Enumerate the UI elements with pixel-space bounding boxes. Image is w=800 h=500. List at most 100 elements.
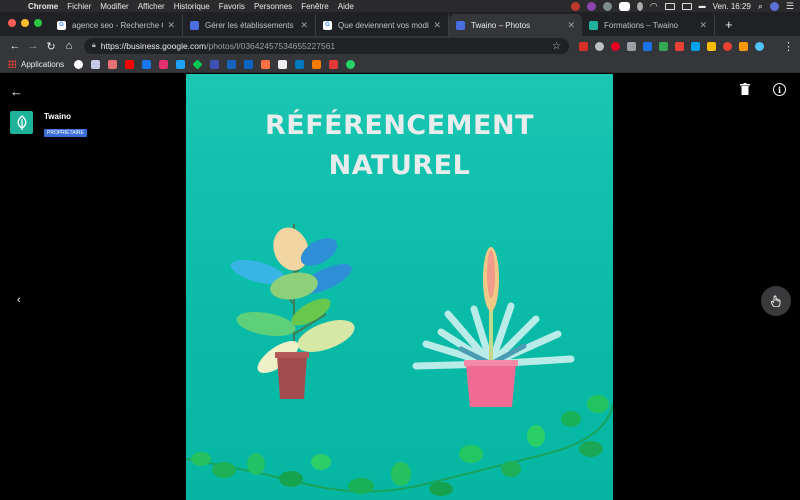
close-tab-icon[interactable]: ✕ [699, 20, 707, 31]
bookmark-icon[interactable] [261, 59, 271, 69]
menu-favoris[interactable]: Favoris [219, 2, 245, 11]
delete-trash-icon[interactable] [740, 83, 750, 98]
url-path: /photos/l/03642457534655227561 [206, 41, 336, 51]
facebook-icon[interactable] [142, 59, 152, 69]
tab-que-deviennent[interactable]: G Que deviennent vos modificati ✕ [316, 14, 449, 36]
bookmark-icon[interactable] [312, 59, 322, 69]
siri-icon[interactable] [769, 1, 779, 11]
tray-app-icon[interactable] [586, 1, 596, 11]
zoom-window-button[interactable] [34, 19, 42, 27]
displayed-photo[interactable]: RÉFÉRENCEMENT NATUREL [186, 74, 613, 500]
pinterest-icon[interactable] [611, 41, 620, 51]
extension-icon[interactable] [579, 41, 588, 51]
left-plant-illustration [230, 224, 355, 399]
youtube-icon[interactable] [125, 59, 135, 69]
back-icon[interactable]: ← [6, 40, 24, 52]
business-header: Twaino PROPRIÉTAIRE [10, 111, 87, 139]
next-photo-button[interactable] [761, 286, 791, 316]
menu-app-name[interactable]: Chrome [28, 2, 58, 11]
apps-grid-icon [8, 60, 16, 68]
battery-icon[interactable] [681, 2, 692, 10]
tab-twaino-photos[interactable]: Twaino – Photos ✕ [449, 14, 582, 36]
apps-label: Applications [21, 59, 65, 69]
chrome-menu-icon[interactable]: ⋮ [783, 40, 794, 53]
bookmark-star-icon[interactable]: ☆ [552, 41, 561, 52]
extension-icon[interactable] [739, 41, 748, 51]
menu-fichier[interactable]: Fichier [67, 2, 91, 11]
photo-viewer: ← Twaino PROPRIÉTAIRE ‹ i RÉFÉRENCEMENT … [0, 74, 800, 500]
profile-avatar-icon[interactable] [755, 41, 764, 51]
previous-photo-chevron-icon[interactable]: ‹ [17, 294, 21, 306]
close-tab-icon[interactable]: ✕ [167, 20, 175, 31]
tab-agence-seo[interactable]: G agence seo - Recherche Googl ✕ [50, 14, 183, 36]
minimize-window-button[interactable] [21, 19, 29, 27]
wifi-icon[interactable]: ◠ [650, 1, 658, 12]
new-tab-button[interactable]: + [715, 17, 743, 36]
google-my-business-icon [190, 20, 199, 30]
flag-icon[interactable]: ▬ [699, 3, 706, 10]
screen-icon[interactable] [664, 2, 675, 10]
extension-icon[interactable] [643, 41, 652, 51]
spotlight-search-icon[interactable]: ⌕ [758, 1, 763, 12]
address-bar[interactable]: 🔒︎ https://business.google.com/photos/l/… [84, 38, 569, 54]
lock-icon[interactable]: 🔒︎ [92, 42, 96, 50]
extension-icon[interactable] [707, 41, 716, 51]
google-icon: G [57, 20, 66, 30]
bookmark-icon[interactable] [210, 59, 220, 69]
menu-modifier[interactable]: Modifier [100, 2, 128, 11]
menu-personnes[interactable]: Personnes [254, 2, 292, 11]
ivy-border-illustration [186, 395, 613, 496]
forward-icon[interactable]: → [24, 40, 42, 52]
extension-icon[interactable] [691, 41, 700, 51]
bookmark-icon[interactable] [329, 59, 339, 69]
bookmark-icon[interactable] [227, 59, 237, 69]
bookmark-icon[interactable] [108, 59, 118, 69]
business-name[interactable]: Twaino [44, 112, 87, 121]
linkedin-icon[interactable] [244, 59, 254, 69]
extension-icon[interactable] [659, 41, 668, 51]
tab-formations-twaino[interactable]: Formations – Twaino ✕ [582, 14, 715, 36]
extension-icon[interactable] [595, 41, 604, 51]
instagram-icon[interactable] [159, 59, 169, 69]
tray-app-icon[interactable] [636, 1, 643, 11]
tray-app-icon[interactable] [570, 1, 580, 11]
trello-icon[interactable] [295, 59, 305, 69]
whatsapp-icon[interactable] [346, 59, 356, 69]
extension-icon[interactable] [723, 41, 732, 51]
close-tab-icon[interactable]: ✕ [433, 20, 441, 31]
close-window-button[interactable] [8, 19, 16, 27]
owner-badge: PROPRIÉTAIRE [44, 129, 87, 137]
extension-icon[interactable] [627, 41, 636, 51]
notification-center-icon[interactable]: ☰ [786, 1, 794, 12]
info-icon[interactable]: i [773, 83, 786, 96]
tab-gerer-etablissements[interactable]: Gérer les établissements ✕ [183, 14, 316, 36]
cloud-icon[interactable] [618, 1, 630, 11]
menu-fenetre[interactable]: Fenêtre [301, 2, 329, 11]
reload-icon[interactable]: ↻ [42, 40, 60, 53]
tab-title: Que deviennent vos modificati [338, 20, 430, 30]
home-icon[interactable]: ⌂ [60, 40, 78, 52]
plants-illustration [186, 224, 613, 496]
tab-title: Twaino – Photos [471, 20, 531, 30]
menu-historique[interactable]: Historique [174, 2, 210, 11]
apps-shortcut[interactable]: Applications [8, 60, 64, 69]
bookmark-icon[interactable] [278, 59, 288, 69]
bookmark-icon[interactable] [91, 59, 101, 69]
browser-toolbar: ← → ↻ ⌂ 🔒︎ https://business.google.com/p… [0, 36, 800, 56]
twitter-icon[interactable] [176, 59, 186, 69]
clock[interactable]: Ven. 16:29 [713, 2, 751, 11]
tray-app-icon[interactable] [602, 1, 612, 11]
macos-menubar: Chrome Fichier Modifier Afficher Histori… [0, 0, 800, 12]
close-tab-icon[interactable]: ✕ [300, 20, 308, 31]
menu-aide[interactable]: Aide [338, 2, 354, 11]
google-bookmark-icon[interactable] [74, 59, 84, 69]
tab-title: Formations – Twaino [604, 20, 679, 30]
bookmark-icon[interactable] [192, 58, 203, 70]
extension-icon[interactable] [675, 41, 684, 51]
url-host: https://business.google.com [100, 41, 207, 51]
menu-afficher[interactable]: Afficher [138, 2, 165, 11]
close-tab-icon[interactable]: ✕ [567, 20, 575, 31]
twaino-logo [10, 111, 33, 134]
back-arrow-icon[interactable]: ← [10, 84, 23, 99]
window-controls [0, 19, 50, 36]
